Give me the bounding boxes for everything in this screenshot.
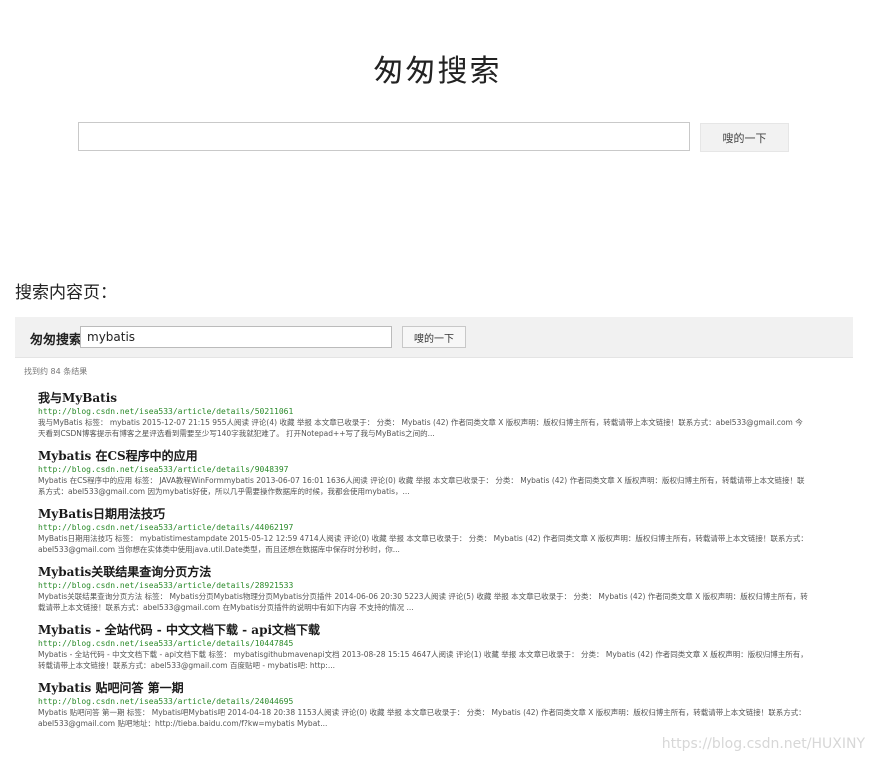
result-item: Mybatis 在CS程序中的应用 http://blog.csdn.net/i… [38,448,808,506]
result-snippet: Mybatis关联结果查询分页方法 标签： Mybatis分页Mybatis物理… [38,592,808,612]
result-item: MyBatis日期用法技巧 http://blog.csdn.net/isea5… [38,506,808,564]
result-url[interactable]: http://blog.csdn.net/isea533/article/det… [38,464,808,475]
watermark-text: https://blog.csdn.net/HUXINY [661,736,865,752]
result-url[interactable]: http://blog.csdn.net/isea533/article/det… [38,696,808,707]
result-url[interactable]: http://blog.csdn.net/isea533/article/det… [38,638,808,649]
result-snippet: MyBatis日期用法技巧 标签： mybatistimestampdate 2… [38,534,808,554]
results-search-bar: 匆匆搜索 mybatis 嗖的一下 [15,317,853,358]
result-snippet: Mybatis - 全站代码 - 中文文档下载 - api文档下载 标签： my… [38,650,808,670]
result-item: Mybatis 贴吧问答 第一期 http://blog.csdn.net/is… [38,680,808,738]
home-logo-title: 匆匆搜索 [373,54,502,89]
result-snippet: Mybatis 在CS程序中的应用 标签： JAVA教程WinFormmybat… [38,476,805,496]
result-title-link[interactable]: 我与MyBatis [38,390,808,406]
result-count: 找到约 84 条结果 [24,367,88,376]
home-search-button[interactable]: 嗖的一下 [700,123,789,152]
result-url[interactable]: http://blog.csdn.net/isea533/article/det… [38,522,808,533]
result-snippet: 我与MyBatis 标签： mybatis 2015-12-07 21:15 9… [38,418,803,438]
result-item: 我与MyBatis http://blog.csdn.net/isea533/a… [38,390,808,448]
result-item: Mybatis - 全站代码 - 中文文档下载 - api文档下载 http:/… [38,622,808,680]
results-search-input[interactable]: mybatis [80,326,392,348]
result-title-link[interactable]: MyBatis日期用法技巧 [38,506,808,522]
section-heading: 搜索内容页： [15,283,117,303]
results-list: 我与MyBatis http://blog.csdn.net/isea533/a… [38,390,808,738]
result-title-link[interactable]: Mybatis 贴吧问答 第一期 [38,680,808,696]
results-search-button[interactable]: 嗖的一下 [402,326,466,348]
results-logo[interactable]: 匆匆搜索 [30,329,82,348]
result-title-link[interactable]: Mybatis - 全站代码 - 中文文档下载 - api文档下载 [38,622,808,638]
result-title-link[interactable]: Mybatis关联结果查询分页方法 [38,564,808,580]
result-title-link[interactable]: Mybatis 在CS程序中的应用 [38,448,808,464]
result-item: Mybatis关联结果查询分页方法 http://blog.csdn.net/i… [38,564,808,622]
result-url[interactable]: http://blog.csdn.net/isea533/article/det… [38,580,808,591]
result-snippet: Mybatis 贴吧问答 第一期 标签： Mybatis吧Mybatis吧 20… [38,708,806,728]
home-search-input[interactable] [78,122,690,151]
result-url[interactable]: http://blog.csdn.net/isea533/article/det… [38,406,808,417]
